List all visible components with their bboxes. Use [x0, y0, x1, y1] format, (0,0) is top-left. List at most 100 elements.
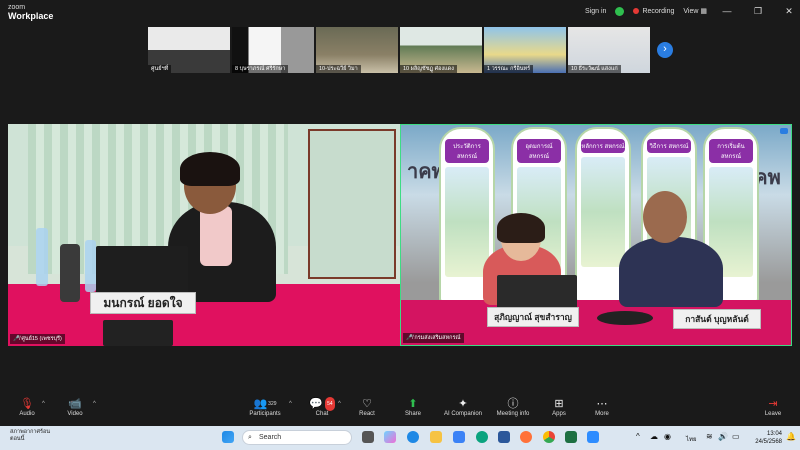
tray-app-icon[interactable]: ◉ [664, 432, 671, 441]
more-options-icon[interactable] [780, 128, 788, 134]
windows-start-icon[interactable] [222, 431, 234, 443]
nameplate: สุภิญญาณ์ สุขสำราญ [487, 307, 579, 327]
poster-title: อุดมการณ์ สหกรณ์ [517, 139, 561, 163]
zoom-app-icon[interactable] [587, 431, 599, 443]
leave-icon: ⇥ [768, 398, 778, 410]
search-box[interactable]: ⌕ Search [242, 430, 352, 445]
poster-title: การเริ่มต้น สหกรณ์ [709, 139, 753, 163]
chrome-icon[interactable] [543, 431, 555, 443]
minimize-icon[interactable]: — [716, 6, 738, 16]
windows-taskbar: สภาพอากาศร้อน ตอนนี้ ⌕ Search ^ ☁ ◉ ไทย ≋… [0, 426, 800, 450]
leave-button[interactable]: ⇥ Leave [746, 397, 800, 417]
recording-indicator[interactable]: Recording [633, 8, 674, 15]
weather-line2: ตอนนี้ [10, 436, 25, 442]
clock[interactable]: 13:04 24/5/2568 [755, 430, 782, 446]
shield-icon[interactable] [615, 6, 625, 16]
title-bar: zoom Workplace Sign in Recording View ▦ … [0, 0, 800, 24]
person-head [643, 191, 687, 243]
view-button[interactable]: View ▦ [683, 7, 707, 15]
person-hair [497, 213, 545, 243]
record-dot-icon [633, 7, 640, 14]
sparkle-icon: ✦ [458, 398, 468, 410]
poster-body [581, 157, 625, 267]
water-bottle [36, 228, 48, 286]
ai-companion-button[interactable]: ✦ AI Companion [436, 397, 490, 417]
participant-thumbnail[interactable]: 10 ธีระวัฒน์ แสงแก่ [568, 27, 650, 73]
chat-badge: 54 [325, 397, 335, 411]
participant-name: 10 ผลิญชัชฏู ศ่องแดง [400, 65, 457, 73]
video-options-caret[interactable]: ^ [93, 401, 96, 407]
participants-count: 329 [268, 401, 277, 407]
tray-chevron-icon[interactable]: ^ [636, 432, 640, 441]
notification-bell-icon[interactable]: 🔔 [786, 432, 796, 441]
taskview-icon[interactable] [362, 431, 374, 443]
video-button[interactable]: 📹 Video [48, 397, 102, 417]
maximize-icon[interactable]: ❐ [747, 6, 769, 17]
next-page-icon[interactable]: › [657, 42, 673, 58]
participant-name: ศูนย์ฯที่ [148, 65, 172, 73]
clock-date: 24/5/2568 [755, 439, 782, 445]
edge-icon[interactable] [407, 431, 419, 443]
zoom-logo: zoom Workplace [8, 3, 53, 21]
volume-icon[interactable]: 🔊 [718, 432, 728, 441]
battery-icon[interactable]: ▭ [732, 432, 740, 441]
participant-thumbnail[interactable]: 10 ผลิญชัชฏู ศ่องแดง [400, 27, 482, 73]
laptop-foreground [103, 320, 173, 346]
video-label: 🎤̸ ศูนย์15 (เพชรบุรี) [10, 334, 65, 344]
store-icon[interactable] [453, 431, 465, 443]
share-arrow-icon: ⬆ [408, 398, 418, 410]
nameplate: กาสันต์ บุญหลันต์ [673, 309, 761, 329]
participant-thumbnail[interactable]: 8 บุษราภรณ์ ศรีรักษา [232, 27, 314, 73]
video-label: 🎤̸ กรมส่งเสริมสหกรณ์ [403, 333, 464, 343]
participant-thumbnail[interactable]: 10-ประฉวีย์ วิมา [316, 27, 398, 73]
video-tile-right[interactable]: าคพ าคพ ประวัติการ สหกรณ์ อุดมการณ์ สหกร… [400, 124, 792, 346]
participants-button[interactable]: 👥329 Participants [238, 397, 292, 417]
ai-label: AI Companion [443, 411, 483, 417]
sign-in-link[interactable]: Sign in [585, 8, 606, 15]
participant-thumbnail[interactable]: ศูนย์ฯที่ [148, 27, 230, 73]
video-label-text: กรมส่งเสริมสหกรณ์ [414, 335, 461, 341]
audio-options-caret[interactable]: ^ [42, 401, 45, 407]
laptop [497, 275, 577, 309]
share-label: Share [404, 411, 421, 417]
audio-button[interactable]: 🎙 Audio [0, 397, 54, 417]
copilot-icon[interactable] [384, 431, 396, 443]
wifi-icon[interactable]: ≋ [706, 432, 713, 441]
leave-label: Leave [764, 411, 782, 417]
window-background [308, 129, 396, 279]
tray-app-icon[interactable]: ☁ [650, 432, 658, 441]
recording-label: Recording [642, 7, 675, 15]
participant-name: 10-ประฉวีย์ วิมา [316, 65, 361, 73]
close-icon[interactable]: ✕ [778, 6, 800, 17]
person-hair [180, 152, 240, 186]
video-tile-left[interactable]: มนกรณ์ ยอดใจ 🎤̸ ศูนย์15 (เพชรบุรี) [8, 124, 400, 346]
participants-options-caret[interactable]: ^ [289, 401, 292, 407]
view-label: View [683, 8, 699, 15]
participant-name: 10 ธีระวัฒน์ แสงแก่ [568, 65, 621, 73]
participant-thumbnail[interactable]: 1 วรรณะ กรีอินทร์ [484, 27, 566, 73]
word-icon[interactable] [498, 431, 510, 443]
poster-title: หลักการ สหกรณ์ [581, 139, 625, 153]
edge-browser-icon[interactable] [476, 431, 488, 443]
brand-bottom: Workplace [8, 11, 54, 21]
thermos [60, 244, 80, 302]
participants-label: Participants [249, 411, 281, 417]
video-label-text: ศูนย์15 (เพชรบุรี) [21, 336, 62, 342]
more-label: More [595, 411, 609, 417]
more-button[interactable]: ⋯ More [575, 397, 629, 417]
react-label: React [359, 411, 375, 417]
firefox-icon[interactable] [520, 431, 532, 443]
participants-icon: 👥329 [253, 398, 277, 410]
share-button[interactable]: ⬆ Share [386, 397, 440, 417]
meeting-toolbar: 🎙 Audio ^ 📹 Video ^ 👥329 Participants ^ 💬 54… [0, 393, 800, 425]
language-indicator[interactable]: ไทย [686, 434, 697, 444]
poster-title: วิธีการ สหกรณ์ [647, 139, 691, 153]
person-man [619, 237, 723, 307]
weather-widget[interactable]: สภาพอากาศร้อน ตอนนี้ [10, 429, 50, 443]
chat-label: Chat [315, 411, 329, 417]
excel-icon[interactable] [565, 431, 577, 443]
conference-speaker [597, 311, 653, 325]
folder-icon[interactable] [430, 431, 442, 443]
water-bottle [85, 240, 96, 292]
participant-name: 1 วรรณะ กรีอินทร์ [484, 65, 534, 73]
